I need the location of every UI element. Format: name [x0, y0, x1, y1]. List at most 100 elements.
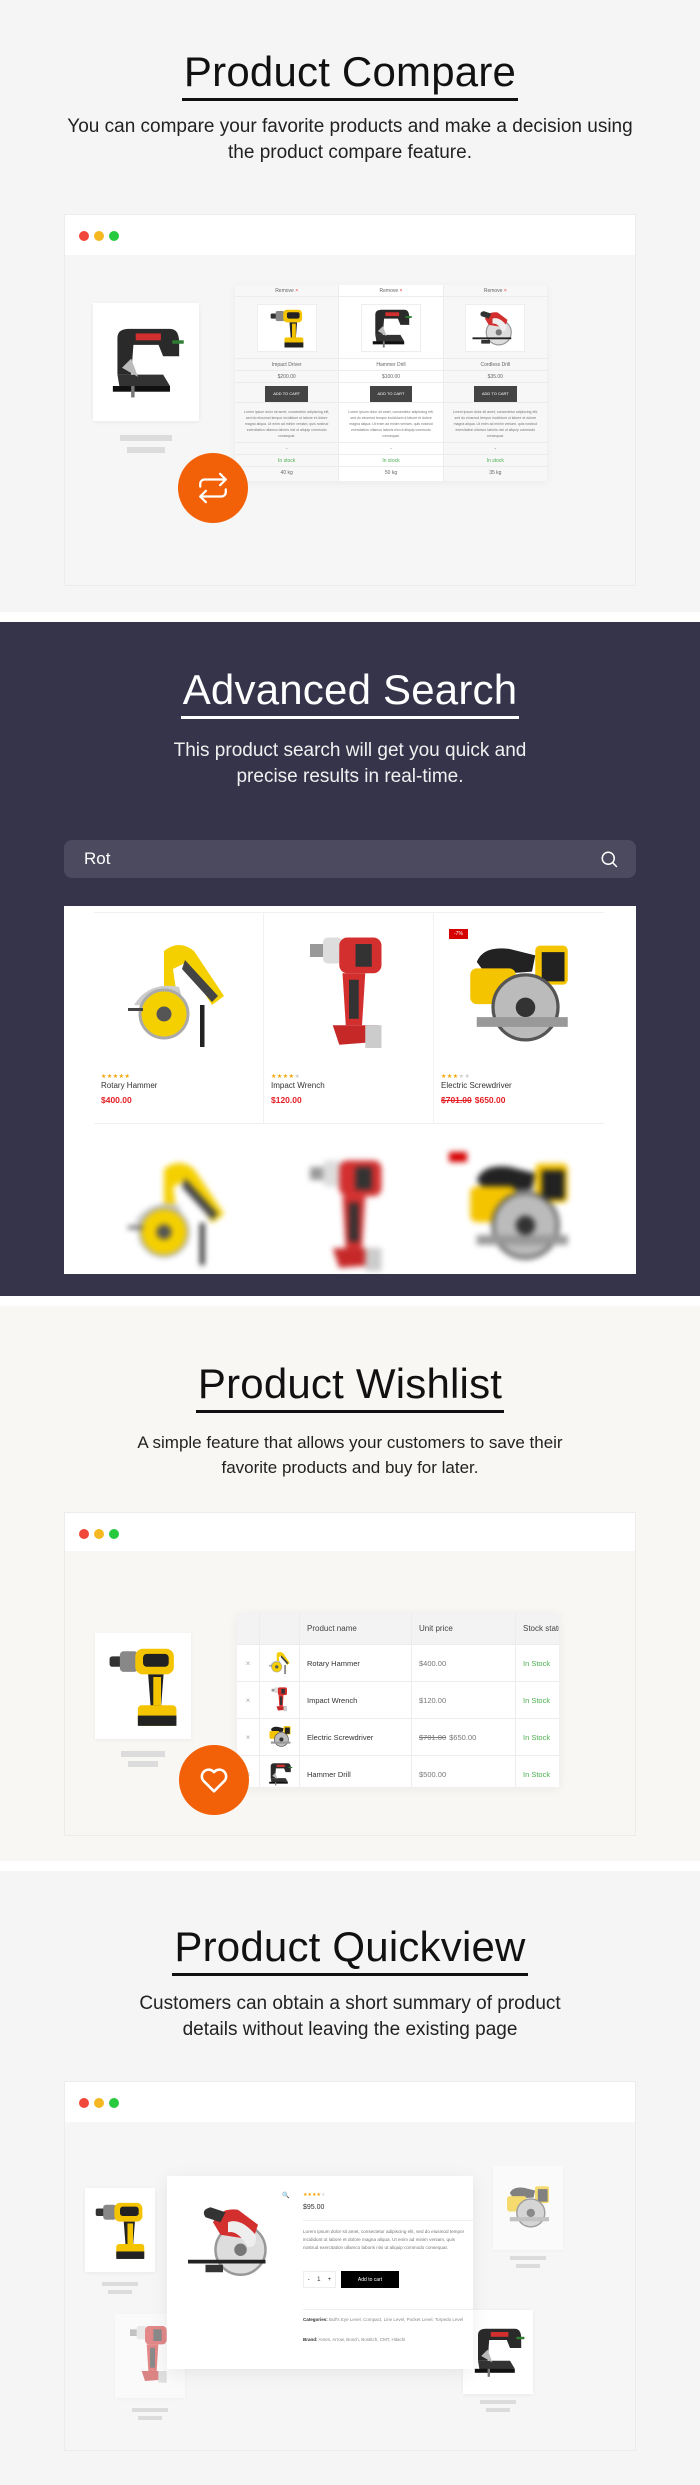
rating-stars-icon: ★★★★★	[271, 1074, 301, 1080]
zoom-magnifier-icon[interactable]: 🔍	[282, 2192, 289, 2199]
compare-product-price: $35.00	[443, 371, 547, 383]
wishlist-browser-mockup: Product name Unit price Stock status × R…	[64, 1512, 636, 1836]
wishlist-table: Product name Unit price Stock status × R…	[237, 1613, 559, 1787]
search-title: Advanced Search	[0, 666, 700, 719]
placeholder-line	[108, 2290, 132, 2294]
compare-table: Remove × Impact Driver $200.00 ADD TO CA…	[235, 285, 547, 481]
qty-value[interactable]: 1	[317, 2277, 320, 2283]
rating-stars-icon: ★★★★★	[441, 1074, 471, 1080]
add-to-cart-button[interactable]: Add to cart	[341, 2271, 399, 2288]
quickview-section: Product Quickview Customers can obtain a…	[0, 1871, 700, 2485]
compare-product-name[interactable]: Impact Driver	[235, 359, 339, 371]
placeholder-line	[121, 1751, 165, 1757]
minimize-dot-icon	[94, 1529, 104, 1539]
drill-image	[267, 306, 307, 350]
placeholder-line	[138, 2416, 162, 2420]
placeholder-line	[480, 2400, 516, 2404]
old-price: $701.00	[441, 1095, 472, 1105]
section-gap	[0, 1296, 700, 1306]
compare-product-name[interactable]: Cordless Drill	[443, 359, 547, 371]
browser-titlebar	[65, 215, 635, 255]
wishlist-product-price: $500.00	[412, 1756, 516, 1787]
maximize-dot-icon	[109, 2098, 119, 2108]
search-result-card[interactable]: ★★★★★ Rotary Hammer $400.00	[94, 912, 264, 1124]
result-product-name[interactable]: Rotary Hammer	[101, 1081, 157, 1090]
tile-saw-image[interactable]	[267, 1650, 293, 1676]
wishlist-row: × Hammer Drill $500.00 In Stock	[237, 1755, 559, 1787]
add-to-cart-button[interactable]: ADD TO CART	[473, 386, 517, 402]
wishlist-product-price: $701.00 $650.00	[412, 1719, 516, 1755]
remove-link[interactable]: Remove ×	[235, 285, 339, 297]
result-product-price: $701.00 $650.00	[441, 1095, 506, 1105]
compare-button[interactable]	[178, 453, 248, 523]
circular-saw-image	[470, 306, 520, 350]
search-results-blurred-row	[94, 1138, 604, 1274]
quantity-stepper: - 1 +	[303, 2271, 336, 2288]
search-result-card[interactable]: -7% ★★★★★ Electric Screwdriver $701.00 $6…	[434, 912, 604, 1124]
divider	[303, 2309, 473, 2310]
compare-product-description: Lorem ipsum dolor sit amet, consectetur …	[339, 403, 443, 443]
wishlist-button[interactable]	[179, 1745, 249, 1815]
wishlist-product-name[interactable]: Rotary Hammer	[300, 1645, 412, 1681]
remove-link[interactable]: Remove ×	[443, 285, 547, 297]
circular-saw-image	[454, 1154, 584, 1274]
wishlist-product-name[interactable]: Hammer Drill	[300, 1756, 412, 1787]
search-result-card[interactable]: ★★★★★ Impact Wrench $120.00	[264, 912, 434, 1124]
section-gap	[0, 1861, 700, 1871]
search-subtitle: This product search will get you quick a…	[173, 740, 527, 787]
product-thumbnail-drill[interactable]	[95, 1633, 191, 1739]
wishlist-row: × Rotary Hammer $400.00 In Stock	[237, 1644, 559, 1681]
add-to-cart-button[interactable]: ADD TO CART	[369, 386, 413, 402]
wishlist-stock-status: In Stock	[523, 1695, 551, 1705]
compare-weight: 35 kg	[489, 470, 502, 476]
wishlist-stock-status: In Stock	[523, 1769, 551, 1779]
wishlist-subtitle: A simple feature that allows your custom…	[137, 1433, 563, 1477]
compare-subtitle: You can compare your favorite products a…	[67, 116, 633, 163]
compare-product-name[interactable]: Hammer Drill	[339, 359, 443, 371]
compare-dash: -	[339, 443, 443, 455]
wishlist-stock-status: In Stock	[523, 1658, 551, 1668]
qty-decrease-button[interactable]: -	[308, 2277, 310, 2283]
result-product-name[interactable]: Impact Wrench	[271, 1081, 325, 1090]
circular-saw-image	[454, 936, 584, 1056]
rating-stars-icon: ★★★★★	[303, 2192, 326, 2198]
result-product-name[interactable]: Electric Screwdriver	[441, 1081, 512, 1090]
placeholder-line	[102, 2282, 138, 2286]
product-thumbnail-jigsaw[interactable]	[93, 303, 199, 421]
wishlist-product-name[interactable]: Impact Wrench	[300, 1682, 412, 1718]
search-section: Advanced Search This product search will…	[0, 622, 700, 1296]
compare-product-image[interactable]	[339, 297, 443, 359]
compare-product-description: Lorem ipsum dolor sit amet, consectetur …	[235, 403, 339, 443]
search-results-grid: ★★★★★ Rotary Hammer $400.00 ★★★★★ Impact…	[94, 912, 604, 1124]
search-icon[interactable]	[600, 850, 618, 868]
compare-product-image[interactable]	[443, 297, 547, 359]
search-input[interactable]	[84, 840, 564, 878]
compare-weight: 50 kg	[384, 470, 398, 476]
compare-product-image[interactable]	[235, 297, 339, 359]
circular-saw-image[interactable]	[266, 1724, 294, 1750]
jigsaw-image[interactable]	[267, 1761, 293, 1787]
product-thumbnail-jigsaw[interactable]	[463, 2310, 533, 2394]
compare-dash: -	[443, 443, 547, 455]
quickview-description: Lorem ipsum dolor sit amet, consectetur …	[303, 2229, 465, 2250]
qty-increase-button[interactable]: +	[328, 2277, 332, 2283]
quickview-brand: Brand: Ames, Arrow, Bosch, Bostitch, CMT…	[303, 2337, 406, 2342]
remove-link[interactable]: Remove ×	[339, 285, 443, 297]
add-to-cart-button[interactable]: ADD TO CART	[265, 386, 309, 402]
wishlist-product-name[interactable]: Electric Screwdriver	[300, 1719, 412, 1755]
compare-section: Product Compare You can compare your fav…	[0, 0, 700, 612]
drill-image	[92, 2195, 148, 2265]
remove-item-button[interactable]: ×	[237, 1682, 260, 1718]
remove-item-button[interactable]: ×	[237, 1719, 260, 1755]
compare-title: Product Compare	[0, 48, 700, 101]
product-thumbnail-drill[interactable]	[85, 2188, 155, 2272]
product-thumbnail-circular-saw[interactable]	[493, 2166, 563, 2250]
jigsaw-image	[106, 322, 186, 402]
remove-item-button[interactable]: ×	[237, 1645, 260, 1681]
quickview-browser-mockup: 🔍 ★★★★★ $95.00 Lorem ipsum dolor sit ame…	[64, 2081, 636, 2451]
section-gap	[0, 612, 700, 622]
header-product-name: Product name	[300, 1613, 412, 1644]
impact-wrench-image[interactable]	[269, 1686, 291, 1714]
placeholder-line	[127, 447, 165, 453]
placeholder-line	[120, 435, 172, 441]
